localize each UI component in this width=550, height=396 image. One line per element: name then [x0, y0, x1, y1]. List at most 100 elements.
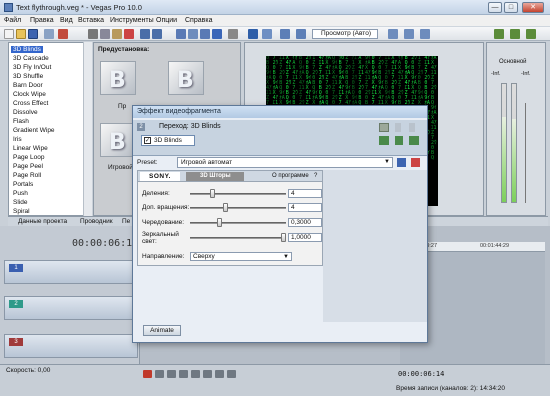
list-item[interactable]: 3D Blinds	[11, 46, 43, 53]
list-item[interactable]: Page Roll	[13, 172, 41, 179]
copy-icon[interactable]	[100, 29, 110, 39]
selection-tool-icon[interactable]	[200, 29, 210, 39]
loop-icon[interactable]	[155, 370, 164, 378]
render-icon[interactable]	[58, 29, 68, 39]
split-screen-icon[interactable]	[248, 29, 258, 39]
param-slider-track[interactable]	[190, 237, 286, 239]
tab-project-media[interactable]: Данные проекта	[18, 218, 67, 225]
envelope-tool-icon[interactable]	[188, 29, 198, 39]
list-item[interactable]: Clock Wipe	[13, 91, 46, 98]
paste-icon[interactable]	[112, 29, 122, 39]
list-item[interactable]: Barn Door	[13, 82, 43, 89]
fx-chain-plugin-button[interactable]: ✓ 3D Blinds	[141, 135, 195, 146]
track-header[interactable]: 3	[4, 334, 138, 358]
go-to-end-icon[interactable]	[227, 370, 236, 378]
new-icon[interactable]	[4, 29, 14, 39]
master-fader[interactable]	[525, 103, 535, 203]
list-item[interactable]: Portals	[13, 181, 33, 188]
save-icon[interactable]	[28, 29, 38, 39]
play-icon[interactable]	[179, 370, 188, 378]
redo-icon[interactable]	[152, 29, 162, 39]
pause-fx-icon[interactable]	[395, 123, 401, 132]
param-value-input[interactable]: 1,0000	[288, 233, 322, 242]
list-item[interactable]: 3D Shuffle	[13, 73, 43, 80]
snap-icon[interactable]	[228, 29, 238, 39]
preview-properties-icon[interactable]	[262, 29, 272, 39]
external-monitor-icon[interactable]	[280, 29, 290, 39]
pause-icon[interactable]	[191, 370, 200, 378]
tab-explorer[interactable]: Проводник	[80, 218, 113, 225]
preset-thumb[interactable]: B	[168, 61, 204, 95]
properties-icon[interactable]	[44, 29, 54, 39]
menu-file[interactable]: Файл	[4, 17, 21, 24]
mixer-properties-icon[interactable]	[494, 29, 504, 39]
add-fx-icon[interactable]	[379, 136, 389, 145]
list-item[interactable]: Push	[13, 190, 28, 197]
undo-icon[interactable]	[140, 29, 150, 39]
param-value-input[interactable]: 4	[288, 203, 322, 212]
preview-quality-dropdown[interactable]: Просмотр (Авто)	[312, 29, 378, 39]
param-slider-thumb[interactable]	[223, 203, 228, 212]
maximize-button[interactable]: □	[504, 2, 518, 13]
list-item[interactable]: Page Loop	[13, 154, 44, 161]
menu-edit[interactable]: Правка	[30, 17, 54, 24]
list-item[interactable]: Linear Wipe	[13, 145, 48, 152]
list-item[interactable]: Spiral	[13, 208, 30, 215]
copy-snapshot-icon[interactable]	[404, 29, 414, 39]
save-preset-icon[interactable]	[397, 158, 406, 167]
go-to-start-icon[interactable]	[215, 370, 224, 378]
preset-thumb[interactable]: B	[100, 123, 136, 157]
remove-fx-icon[interactable]	[409, 123, 415, 132]
menu-insert[interactable]: Вставка	[78, 17, 104, 24]
delete-preset-icon[interactable]	[411, 158, 420, 167]
stop-icon[interactable]	[203, 370, 212, 378]
list-item[interactable]: 3D Cascade	[13, 55, 49, 62]
open-icon[interactable]	[16, 29, 26, 39]
param-slider-track[interactable]	[190, 193, 286, 195]
transitions-scrollbar[interactable]	[83, 42, 92, 216]
list-item[interactable]: Gradient Wipe	[13, 127, 55, 134]
preset-thumb[interactable]: B	[100, 61, 136, 95]
plugin-enabled-checkbox[interactable]: ✓	[144, 137, 151, 144]
list-item[interactable]: Flash	[13, 118, 29, 125]
normal-edit-tool-icon[interactable]	[176, 29, 186, 39]
dim-icon[interactable]	[526, 29, 536, 39]
menu-view[interactable]: Вид	[60, 17, 73, 24]
grid-overlay-icon[interactable]	[388, 29, 398, 39]
animate-button[interactable]: Animate	[143, 325, 181, 336]
about-link[interactable]: О программе	[272, 173, 309, 179]
play-from-start-icon[interactable]	[167, 370, 176, 378]
list-item[interactable]: Iris	[13, 136, 22, 143]
plugin-chain-icon[interactable]	[395, 136, 403, 145]
param-slider-track[interactable]	[190, 207, 286, 209]
track-header[interactable]: 2	[4, 296, 138, 320]
list-item[interactable]: Cross Effect	[13, 100, 48, 107]
zoom-tool-icon[interactable]	[212, 29, 222, 39]
close-button[interactable]: ✕	[522, 2, 544, 13]
minimize-button[interactable]: —	[488, 2, 502, 13]
delete-icon[interactable]	[124, 29, 134, 39]
tab-transitions[interactable]: Пе	[122, 218, 130, 225]
cut-icon[interactable]	[88, 29, 98, 39]
list-item[interactable]: Slide	[13, 199, 27, 206]
menu-options[interactable]: Опции	[156, 17, 177, 24]
menu-help[interactable]: Справка	[185, 17, 212, 24]
param-value-input[interactable]: 4	[288, 189, 322, 198]
bypass-icon[interactable]	[379, 123, 389, 132]
help-icon[interactable]: ?	[314, 173, 317, 179]
param-slider-thumb[interactable]	[281, 233, 286, 242]
param-value-input[interactable]: 0,3000	[288, 218, 322, 227]
preset-dropdown[interactable]: Игровой автомат ▼	[177, 157, 393, 168]
param-slider-track[interactable]	[190, 222, 286, 224]
track-header[interactable]: 1	[4, 260, 138, 284]
menu-tools[interactable]: Инструменты	[110, 17, 154, 24]
param-slider-thumb[interactable]	[217, 218, 222, 227]
fx-icon[interactable]	[296, 29, 306, 39]
list-item[interactable]: 3D Fly In/Out	[13, 64, 51, 71]
downmix-icon[interactable]	[510, 29, 520, 39]
list-item[interactable]: Dissolve	[13, 109, 38, 116]
fx-routing-icon[interactable]	[409, 136, 419, 145]
save-snapshot-icon[interactable]	[420, 29, 430, 39]
record-icon[interactable]	[143, 370, 152, 378]
param-slider-thumb[interactable]	[210, 189, 215, 198]
